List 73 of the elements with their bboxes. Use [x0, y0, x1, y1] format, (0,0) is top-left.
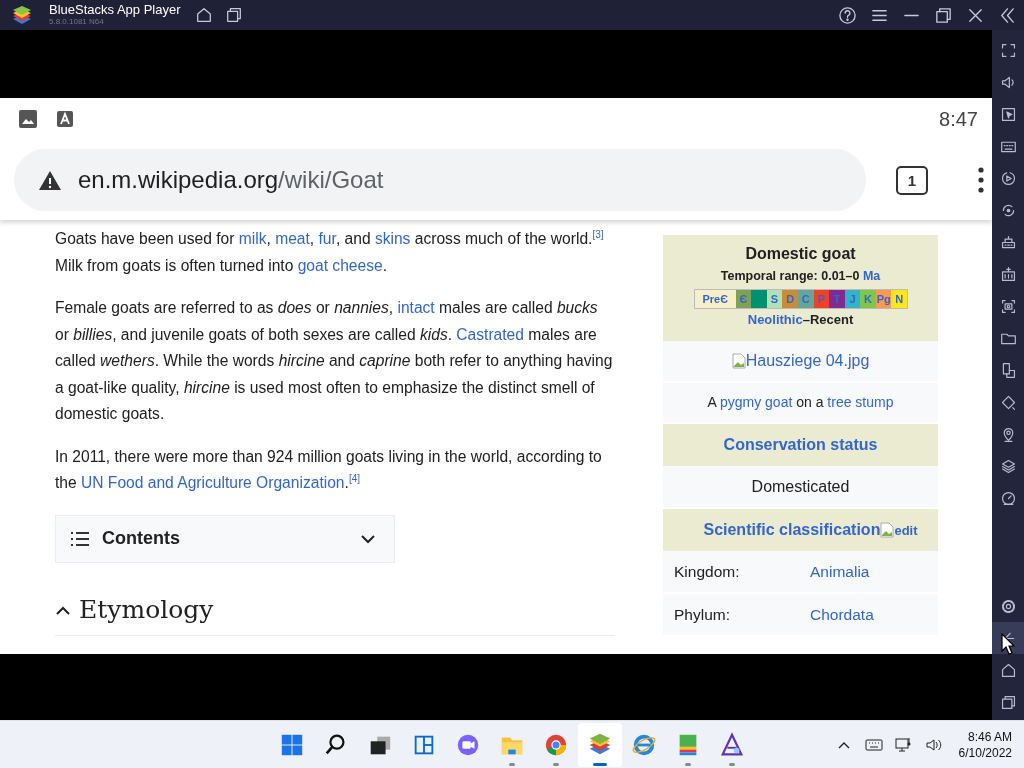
- timeline-segment[interactable]: PreЄ: [695, 290, 736, 308]
- warning-icon: [38, 169, 62, 191]
- section-header[interactable]: Conservation status: [663, 424, 938, 466]
- chevron-up-icon: [55, 604, 71, 615]
- infobox-title: Domestic goat: [744, 244, 857, 264]
- rank-label: Kingdom:: [673, 562, 741, 581]
- image-link[interactable]: Hausziege 04.jpg: [745, 352, 870, 370]
- image-icon: [18, 109, 38, 129]
- machine-icon[interactable]: [999, 233, 1017, 251]
- section-heading[interactable]: Etymology: [55, 592, 615, 636]
- taskbar-clock[interactable]: 8:46 AM 6/10/2022: [958, 729, 1012, 761]
- link[interactable]: fur: [318, 230, 336, 247]
- link[interactable]: UN Food and Agriculture Organization: [81, 474, 345, 491]
- settings-icon[interactable]: [999, 597, 1017, 615]
- contents-toggle[interactable]: Contents: [55, 514, 395, 563]
- home-icon[interactable]: [999, 661, 1017, 679]
- more-options-icon[interactable]: [978, 167, 984, 193]
- rank-label: Phylum:: [673, 605, 731, 624]
- gauge-icon[interactable]: [999, 489, 1017, 507]
- link[interactable]: goat cheese: [297, 256, 383, 274]
- speaker-icon[interactable]: [924, 736, 943, 754]
- layers-icon[interactable]: [999, 457, 1017, 475]
- home-icon[interactable]: [195, 6, 213, 24]
- section-header[interactable]: Scientific classification: [703, 521, 881, 539]
- paragraph: Goats have been used for milk, meat, fur, and skins across much of the world.$^{[3]}$ Milk from goats is often turned into goat cheese.: [55, 227, 605, 276]
- rank-link[interactable]: Animalia: [810, 562, 870, 581]
- link[interactable]: milk: [238, 230, 267, 247]
- chevron-down-icon: [360, 533, 376, 544]
- reference-link[interactable]: [3]: [592, 228, 604, 240]
- link[interactable]: skins: [374, 230, 411, 247]
- link[interactable]: intact: [397, 299, 435, 316]
- timeline-segment[interactable]: N: [891, 290, 908, 308]
- link[interactable]: tree stump: [827, 394, 894, 410]
- temporal-range: Temporal range: 0.01–0 Ma: [719, 268, 882, 285]
- tabs-icon[interactable]: [225, 6, 243, 24]
- play-circle-icon[interactable]: [999, 169, 1017, 187]
- chat-icon: [455, 732, 481, 758]
- triangle-app-icon: [719, 732, 745, 758]
- list-icon: [70, 530, 90, 547]
- rotate-icon[interactable]: [999, 393, 1017, 411]
- globe-icon: [631, 732, 657, 758]
- broken-image-icon: [880, 522, 895, 538]
- help-icon[interactable]: [838, 5, 857, 25]
- app-logo: [11, 4, 33, 26]
- rank-link[interactable]: Chordata: [810, 605, 874, 624]
- chrome-icon: [543, 732, 569, 758]
- clock: 8:47: [939, 107, 978, 131]
- link[interactable]: meat: [275, 230, 310, 247]
- paragraph: In 2011, there were more than 924 million goats living in the world, according to the UN Food and Agriculture Organization.$^{[4]}$: [55, 446, 603, 493]
- address-field[interactable]: en.m.wikipedia.org/wiki/Goat: [14, 149, 866, 211]
- link[interactable]: Castrated: [456, 325, 524, 343]
- fullscreen-icon[interactable]: [999, 41, 1017, 59]
- epoch-range: Neolithic–Recent: [746, 311, 855, 329]
- network-icon[interactable]: [894, 736, 913, 754]
- double-chevron-icon[interactable]: [998, 5, 1017, 25]
- version-label: 5.8.0.1081 N64: [49, 17, 105, 27]
- screenshot-icon[interactable]: [999, 297, 1017, 315]
- reference-link[interactable]: [4]: [348, 472, 360, 484]
- paragraph: Female goats are referred to as does or nannies, intact males are called bucks or billies, and juvenile goats of both sexes are called kids. Castrated males are called wethers. While the words hircine and caprine both refer to anything having a goat-like quality, hircine is used most often to emphasize the distinct smell of domestic goats.: [55, 298, 614, 424]
- link[interactable]: Neolithic: [747, 312, 803, 327]
- window-title: BlueStacks App Player: [49, 3, 182, 17]
- link[interactable]: pygmy goat: [719, 394, 793, 410]
- edit-link[interactable]: edit: [894, 522, 918, 538]
- package-icon[interactable]: [999, 265, 1017, 283]
- start-icon: [279, 732, 305, 758]
- restore-icon[interactable]: [934, 5, 953, 25]
- broken-image-icon: [731, 353, 746, 369]
- mouse-pointer-icon: [1001, 633, 1015, 655]
- font-icon: [56, 110, 74, 128]
- recents-icon[interactable]: [999, 693, 1017, 711]
- pointer-box-icon[interactable]: [999, 105, 1017, 123]
- tab-count-button[interactable]: 1: [896, 165, 928, 195]
- link[interactable]: Ma: [862, 269, 881, 283]
